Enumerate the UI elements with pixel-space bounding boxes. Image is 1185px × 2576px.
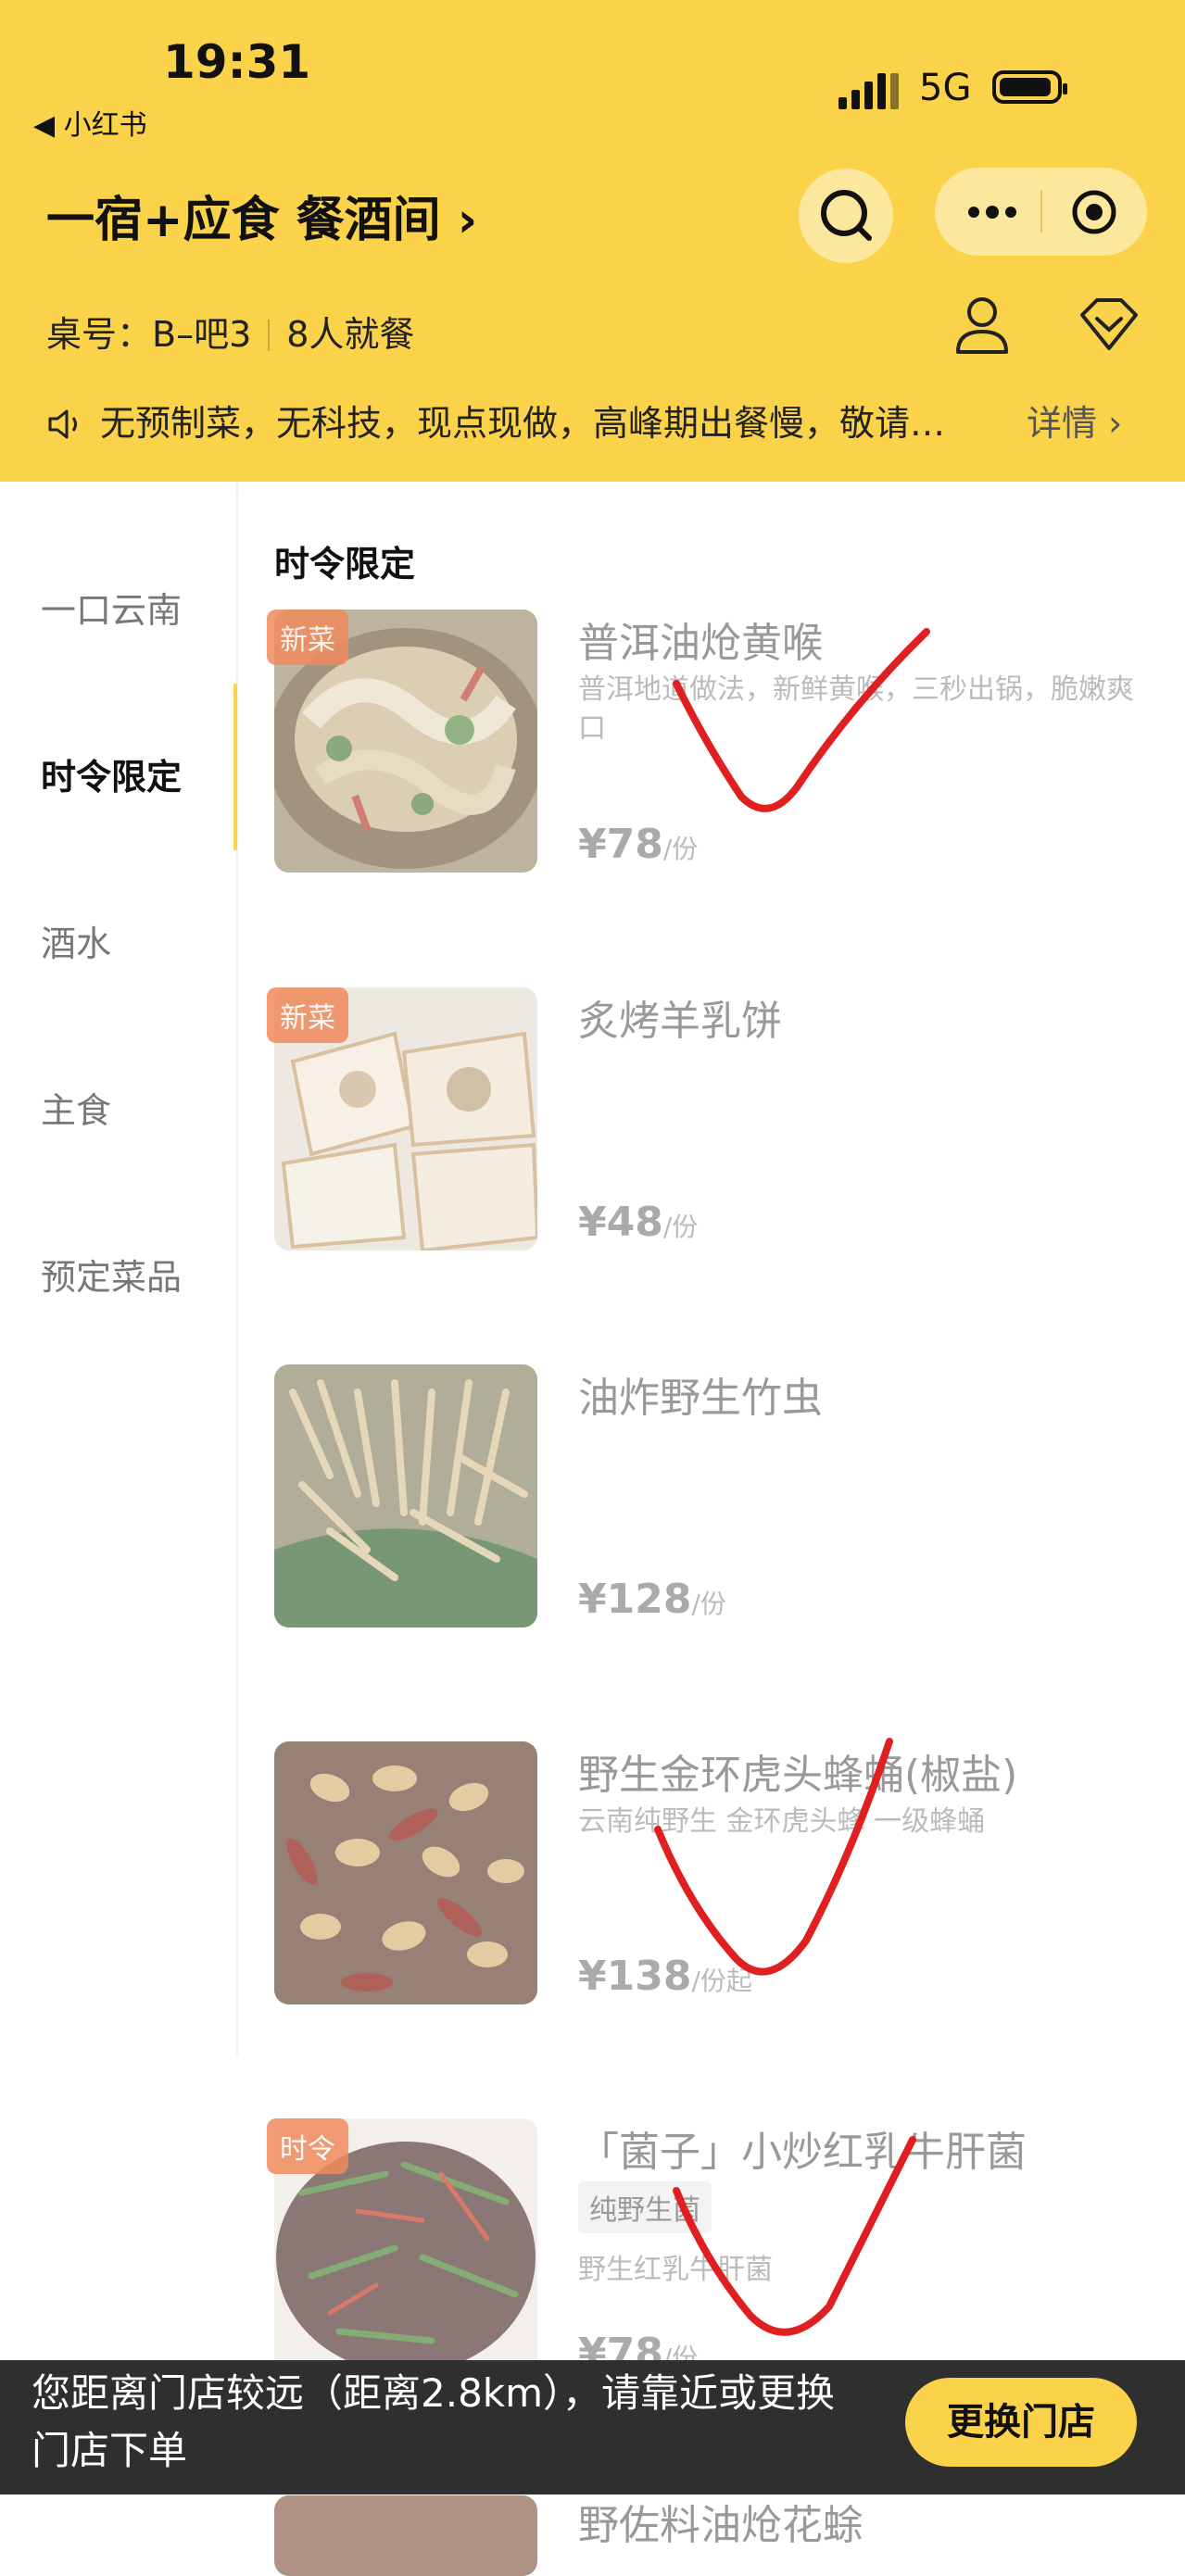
dish-tag: 纯野生菌 <box>578 2181 712 2233</box>
menu-item[interactable]: 时令 「菌子」小炒红乳牛肝菌 纯野生菌 野生红乳牛肝菌 ¥78/份 <box>267 2118 1164 2387</box>
search-icon <box>821 190 872 241</box>
dish-price: ¥138/份起 <box>578 1953 752 2000</box>
dish-name: 野佐料油炝花蜍 <box>578 2502 864 2549</box>
sidebar-item-staples[interactable]: 主食 <box>41 1082 111 1133</box>
coupon-icon[interactable] <box>1077 295 1141 356</box>
sidebar-item-seasonal[interactable]: 时令限定 <box>41 748 182 799</box>
dish-name: 普洱油炝黄喉 <box>578 620 823 667</box>
dish-photo <box>274 1741 537 2004</box>
dish-price: ¥48/份 <box>578 1199 699 1246</box>
dish-name: 油炸野生竹虫 <box>578 1375 823 1422</box>
section-title: 时令限定 <box>274 544 416 584</box>
notice-bar: 无预制菜，无科技，现点现做，高峰期出餐慢，敬请… <box>46 395 1019 446</box>
sidebar-item-reserved[interactable]: 预定菜品 <box>41 1249 182 1300</box>
menu-item[interactable]: 野生金环虎头蜂蛹(椒盐) 云南纯野生 金环虎头蜂 一级蜂蛹 ¥138/份起 <box>274 1741 1164 2010</box>
status-time: 19:31 <box>163 35 311 89</box>
dish-description: 云南纯野生 金环虎头蜂 一级蜂蛹 <box>578 1805 986 1838</box>
user-icon[interactable] <box>954 295 1010 356</box>
speaker-icon <box>48 409 77 439</box>
table-number: 桌号：B–吧3 <box>46 314 252 355</box>
mini-program-capsule <box>935 168 1147 256</box>
seasonal-badge: 时令 <box>267 2118 348 2174</box>
new-dish-badge: 新菜 <box>267 987 348 1043</box>
dish-name: 「菌子」小炒红乳牛肝菌 <box>578 2129 1027 2176</box>
table-info: 桌号：B–吧3 8人就餐 <box>46 306 414 357</box>
battery-icon <box>992 70 1067 104</box>
sidebar-item-yunnan[interactable]: 一口云南 <box>41 582 182 633</box>
dish-price: ¥128/份 <box>578 1576 726 1623</box>
distance-warning-text: 您距离门店较远（距离2.8km），请靠近或更换门店下单 <box>32 2370 836 2473</box>
dish-description: 普洱地道做法，新鲜黄喉，三秒出锅，脆嫩爽口 <box>578 673 1134 745</box>
dish-name: 炙烤羊乳饼 <box>578 998 782 1045</box>
dish-photo <box>274 2495 537 2576</box>
back-to-app-link[interactable]: ◀ 小红书 <box>33 102 147 143</box>
close-target-icon[interactable] <box>1070 188 1118 236</box>
new-dish-badge: 新菜 <box>267 609 348 665</box>
network-type: 5G <box>919 67 972 109</box>
notice-details-link[interactable]: 详情 › <box>1027 395 1122 446</box>
dish-name: 野生金环虎头蜂蛹(椒盐) <box>578 1752 1018 1799</box>
more-icon[interactable] <box>964 195 1020 229</box>
signal-icon <box>838 73 899 109</box>
diner-count: 8人就餐 <box>286 314 415 355</box>
store-title[interactable]: 一宿+应食 餐酒间 › <box>46 181 477 250</box>
sidebar-active-indicator <box>233 684 237 850</box>
dish-price: ¥78/份 <box>578 821 699 868</box>
sidebar-item-drinks[interactable]: 酒水 <box>41 915 111 966</box>
change-store-button[interactable]: 更换门店 <box>905 2378 1137 2467</box>
search-button[interactable] <box>799 169 893 263</box>
notice-text: 无预制菜，无科技，现点现做，高峰期出餐慢，敬请… <box>100 403 946 444</box>
dish-description: 野生红乳牛肝菌 <box>578 2254 773 2286</box>
menu-item[interactable]: 油炸野生竹虫 ¥128/份 <box>274 1364 1164 1633</box>
dish-photo <box>274 1364 537 1627</box>
menu-item[interactable]: 新菜 普洱油炝黄喉 普洱地道做法，新鲜黄喉，三秒出锅，脆嫩爽口 ¥78/份 <box>267 609 1164 878</box>
menu-item[interactable]: 新菜 炙烤羊乳饼 ¥48/份 <box>267 987 1164 1256</box>
